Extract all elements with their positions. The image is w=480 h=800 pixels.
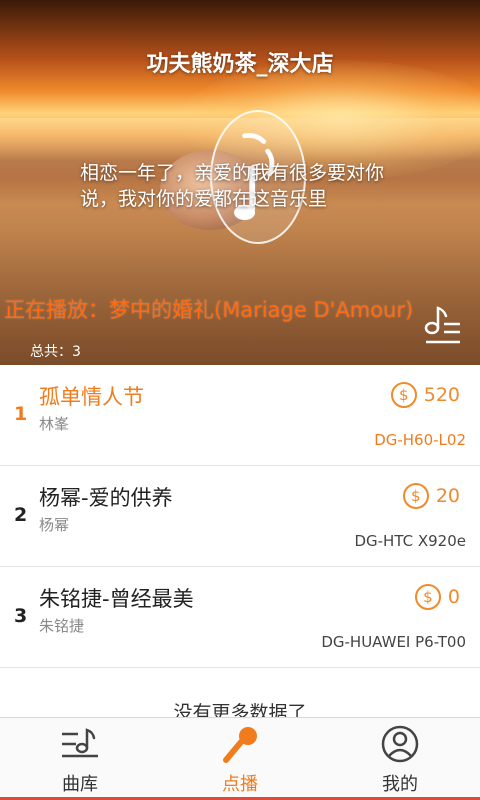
- song-row[interactable]: 2 杨幂-爱的供养 杨幂 $ 20 DG-HTC X920e: [0, 466, 480, 567]
- tab-library-label: 曲库: [62, 774, 98, 795]
- song-price: $ 0: [414, 583, 460, 611]
- now-playing-text: 正在播放：梦中的婚礼(Mariage D'Amour): [4, 298, 414, 322]
- tab-library[interactable]: 曲库: [0, 718, 160, 800]
- store-title: 功夫熊奶茶_深大店: [146, 52, 334, 77]
- song-artist: 林峯: [39, 415, 70, 433]
- song-artist: 杨幂: [39, 516, 70, 534]
- song-title: 杨幂-爱的供养: [39, 486, 173, 510]
- price-value: 0: [447, 586, 460, 608]
- song-title: 朱铭捷-曾经最美: [39, 587, 194, 611]
- song-artist: 朱铭捷: [39, 617, 85, 635]
- tab-request-label: 点播: [222, 774, 258, 795]
- tab-mine[interactable]: 我的: [320, 718, 480, 800]
- coin-icon: $: [414, 584, 441, 610]
- song-device: DG-H60-L02: [374, 431, 466, 449]
- total-value: 3: [72, 344, 81, 360]
- song-device: DG-HTC X920e: [354, 532, 466, 550]
- song-row[interactable]: 3 朱铭捷-曾经最美 朱铭捷 $ 0 DG-HUAWEI P6-T00: [0, 567, 480, 668]
- song-title: 孤单情人节: [39, 385, 144, 409]
- coin-icon: $: [390, 382, 417, 408]
- hero-banner: 功夫熊奶茶_深大店 相恋一年了，亲爱的我有很多要对你说，我对你的爱都在这音乐里 …: [0, 0, 480, 365]
- total-count: 总共：3: [30, 341, 81, 361]
- tab-request[interactable]: 点播: [160, 718, 320, 800]
- price-value: 20: [435, 485, 460, 507]
- microphone-icon: [223, 727, 257, 763]
- dedication-message: 相恋一年了，亲爱的我有很多要对你说，我对你的爱都在这音乐里: [80, 162, 385, 210]
- song-index: 2: [14, 504, 28, 526]
- song-row[interactable]: 1 孤单情人节 林峯 $ 520 DG-H60-L02: [0, 365, 480, 466]
- bottom-tab-bar: 曲库 点播 我的: [0, 717, 480, 800]
- tab-mine-label: 我的: [382, 774, 418, 795]
- price-value: 520: [423, 384, 460, 406]
- song-price: $ 20: [402, 482, 460, 510]
- song-list: 1 孤单情人节 林峯 $ 520 DG-H60-L02 2 杨幂-爱的供养 杨幂…: [0, 365, 480, 668]
- music-library-icon: [62, 728, 98, 758]
- song-price: $ 520: [390, 381, 460, 409]
- song-index: 3: [14, 605, 28, 627]
- song-device: DG-HUAWEI P6-T00: [321, 633, 466, 651]
- coin-icon: $: [402, 483, 429, 509]
- total-label: 总共：: [30, 344, 72, 360]
- lyrics-icon[interactable]: [422, 300, 464, 348]
- profile-icon: [381, 725, 419, 763]
- song-index: 1: [14, 403, 28, 425]
